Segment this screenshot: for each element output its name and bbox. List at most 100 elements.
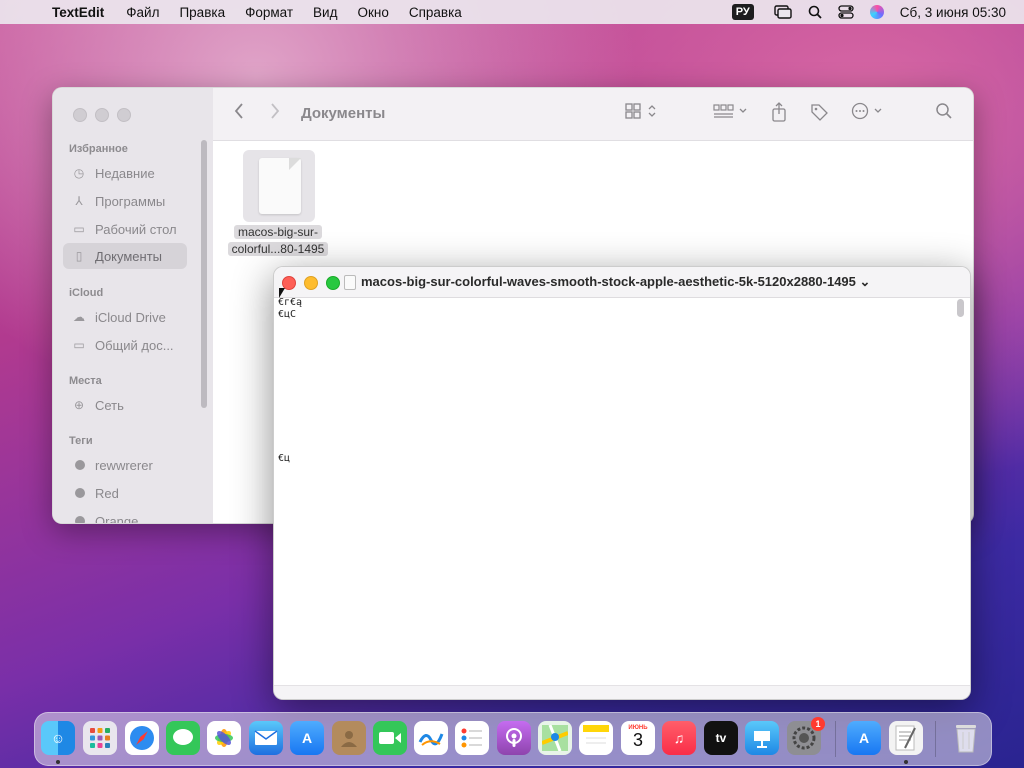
tag-dot-icon xyxy=(75,488,85,498)
textedit-dock-icon[interactable] xyxy=(889,721,923,755)
app-store-dock-icon[interactable]: A xyxy=(290,721,324,755)
vertical-scrollbar[interactable] xyxy=(957,299,964,317)
mail-dock-icon[interactable] xyxy=(249,721,283,755)
text-editor-area[interactable]: €г€ą €цС €ц xyxy=(278,297,954,685)
reminders-dock-icon[interactable] xyxy=(455,721,489,755)
finder-title: Документы xyxy=(301,105,386,122)
sidebar-item-shared[interactable]: ▭ Общий дос... xyxy=(63,332,187,358)
document-icon: ▯ xyxy=(75,249,83,263)
sidebar-item-recents[interactable]: ◷ Недавние xyxy=(63,160,187,186)
facetime-dock-icon[interactable] xyxy=(373,721,407,755)
sidebar-header-locations: Места xyxy=(69,375,102,387)
safari-dock-icon[interactable] xyxy=(125,721,159,755)
tag-dot-icon xyxy=(75,516,85,523)
shared-folder-icon: ▭ xyxy=(73,338,85,352)
sidebar-item-label: iCloud Drive xyxy=(95,309,166,325)
text-line: €г€ą xyxy=(278,297,303,308)
sidebar-item-network[interactable]: ⊕ Сеть xyxy=(63,392,187,418)
messages-dock-icon[interactable] xyxy=(166,721,200,755)
input-source-indicator[interactable]: РУ xyxy=(731,4,754,20)
search-icon[interactable] xyxy=(935,102,953,125)
sidebar-tag-rewwrerer[interactable]: rewwrerer xyxy=(63,452,187,478)
control-center-icon[interactable] xyxy=(838,5,854,19)
finder-close-button[interactable] xyxy=(73,108,87,122)
mouse-cursor-icon xyxy=(279,288,285,298)
text-line: €цС xyxy=(278,309,297,320)
launchpad-dock-icon[interactable] xyxy=(83,721,117,755)
dock-separator xyxy=(935,721,936,757)
menu-help[interactable]: Справка xyxy=(409,5,462,20)
finder-sidebar: Избранное ◷ Недавние ⅄ Программы ▭ Рабоч… xyxy=(53,88,213,523)
siri-icon[interactable] xyxy=(869,5,884,19)
sidebar-tag-orange[interactable]: Orange xyxy=(63,508,187,524)
menu-format[interactable]: Формат xyxy=(245,5,293,20)
screen-mirroring-icon[interactable] xyxy=(774,5,792,19)
tag-dot-icon xyxy=(75,460,85,470)
textedit-window: macos-big-sur-colorful-waves-smooth-stoc… xyxy=(273,266,971,700)
notes-dock-icon[interactable] xyxy=(579,721,613,755)
sidebar-tag-red[interactable]: Red xyxy=(63,480,187,506)
group-by-icon[interactable] xyxy=(713,102,751,125)
contacts-dock-icon[interactable] xyxy=(332,721,366,755)
sidebar-item-label: Общий дос... xyxy=(95,337,174,353)
sidebar-item-applications[interactable]: ⅄ Программы xyxy=(63,188,187,214)
tag-icon[interactable] xyxy=(809,102,829,127)
globe-icon: ⊕ xyxy=(73,398,85,412)
sidebar-item-desktop[interactable]: ▭ Рабочий стол xyxy=(63,216,187,242)
view-grid-icon[interactable] xyxy=(625,102,659,125)
sidebar-item-label: Red xyxy=(95,485,119,501)
finder-toolbar: Документы xyxy=(213,88,973,141)
cloud-icon: ☁ xyxy=(73,310,85,324)
forward-chevron-icon[interactable] xyxy=(269,102,281,125)
keynote-dock-icon[interactable] xyxy=(745,721,779,755)
sidebar-item-label: Orange xyxy=(95,513,139,524)
file-item-label[interactable]: macos-big-sur- colorful...80-1495 xyxy=(223,224,333,258)
sidebar-item-label: Программы xyxy=(95,193,166,209)
clock-icon: ◷ xyxy=(73,166,85,180)
textedit-title[interactable]: macos-big-sur-colorful-waves-smooth-stoc… xyxy=(361,274,870,290)
maps-dock-icon[interactable] xyxy=(538,721,572,755)
calendar-day: 3 xyxy=(632,730,643,750)
calendar-dock-icon[interactable]: ИЮНЬ 3 xyxy=(621,721,655,755)
notification-badge: 1 xyxy=(811,717,825,731)
sidebar-item-label: Документы xyxy=(95,248,163,264)
back-chevron-icon[interactable] xyxy=(233,102,245,125)
photos-dock-icon[interactable] xyxy=(207,721,241,755)
menu-app-name[interactable]: TextEdit xyxy=(52,5,104,20)
running-indicator xyxy=(904,760,908,764)
spotlight-search-icon[interactable] xyxy=(808,5,822,19)
system-settings-dock-icon[interactable]: 1 xyxy=(787,717,825,755)
textedit-zoom-button[interactable] xyxy=(326,276,340,290)
dock: ☺ A ИЮНЬ 3 ♫ tv 1 A xyxy=(34,712,992,766)
finder-zoom-button[interactable] xyxy=(117,108,131,122)
apple-tv-dock-icon[interactable]: tv xyxy=(704,721,738,755)
horizontal-scrollbar[interactable] xyxy=(274,685,970,699)
running-indicator xyxy=(56,760,60,764)
trash-dock-icon[interactable] xyxy=(949,721,983,755)
menu-clock[interactable]: Сб, 3 июня 05:30 xyxy=(900,5,1006,20)
more-actions-icon[interactable] xyxy=(851,102,887,125)
finder-minimize-button[interactable] xyxy=(95,108,109,122)
menu-view[interactable]: Вид xyxy=(313,5,337,20)
textedit-minimize-button[interactable] xyxy=(304,276,318,290)
file-item-icon[interactable] xyxy=(243,150,315,222)
sidebar-scrollbar[interactable] xyxy=(201,140,207,408)
menu-file[interactable]: Файл xyxy=(126,5,159,20)
finder-dock-icon[interactable]: ☺ xyxy=(41,721,75,755)
textedit-titlebar[interactable]: macos-big-sur-colorful-waves-smooth-stoc… xyxy=(274,267,970,298)
sidebar-item-documents[interactable]: ▯ Документы xyxy=(63,243,187,269)
document-proxy-icon[interactable] xyxy=(344,275,356,290)
music-dock-icon[interactable]: ♫ xyxy=(662,721,696,755)
sidebar-item-icloud-drive[interactable]: ☁ iCloud Drive xyxy=(63,304,187,330)
freeform-dock-icon[interactable] xyxy=(414,721,448,755)
menu-window[interactable]: Окно xyxy=(357,5,388,20)
share-icon[interactable] xyxy=(771,102,787,127)
sidebar-header-icloud: iCloud xyxy=(69,287,104,299)
tv-label: tv xyxy=(715,731,727,745)
app-store-downloads-dock-icon[interactable]: A xyxy=(847,721,881,755)
sidebar-item-label: Сеть xyxy=(95,397,124,413)
apps-icon: ⅄ xyxy=(75,194,83,208)
document-icon xyxy=(259,158,301,214)
podcasts-dock-icon[interactable] xyxy=(497,721,531,755)
menu-edit[interactable]: Правка xyxy=(179,5,225,20)
